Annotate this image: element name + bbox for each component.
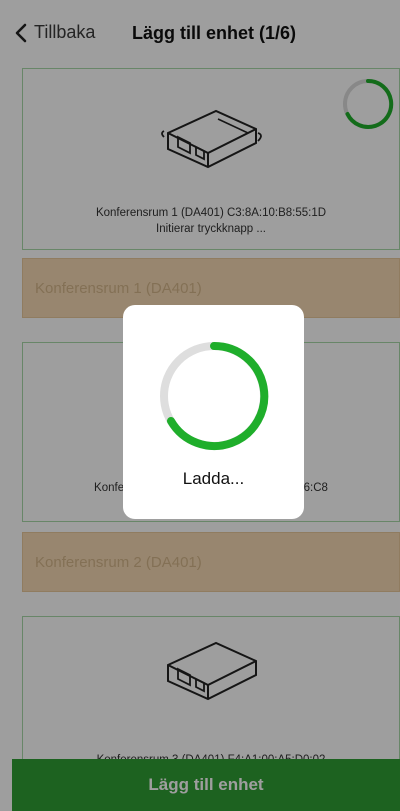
loading-spinner-icon (160, 341, 269, 450)
loading-label: Ladda... (182, 469, 245, 488)
loading-dialog: Ladda... (123, 305, 304, 519)
app-screen: Tillbaka Lägg till enhet (1/6) Konferens… (0, 0, 400, 811)
